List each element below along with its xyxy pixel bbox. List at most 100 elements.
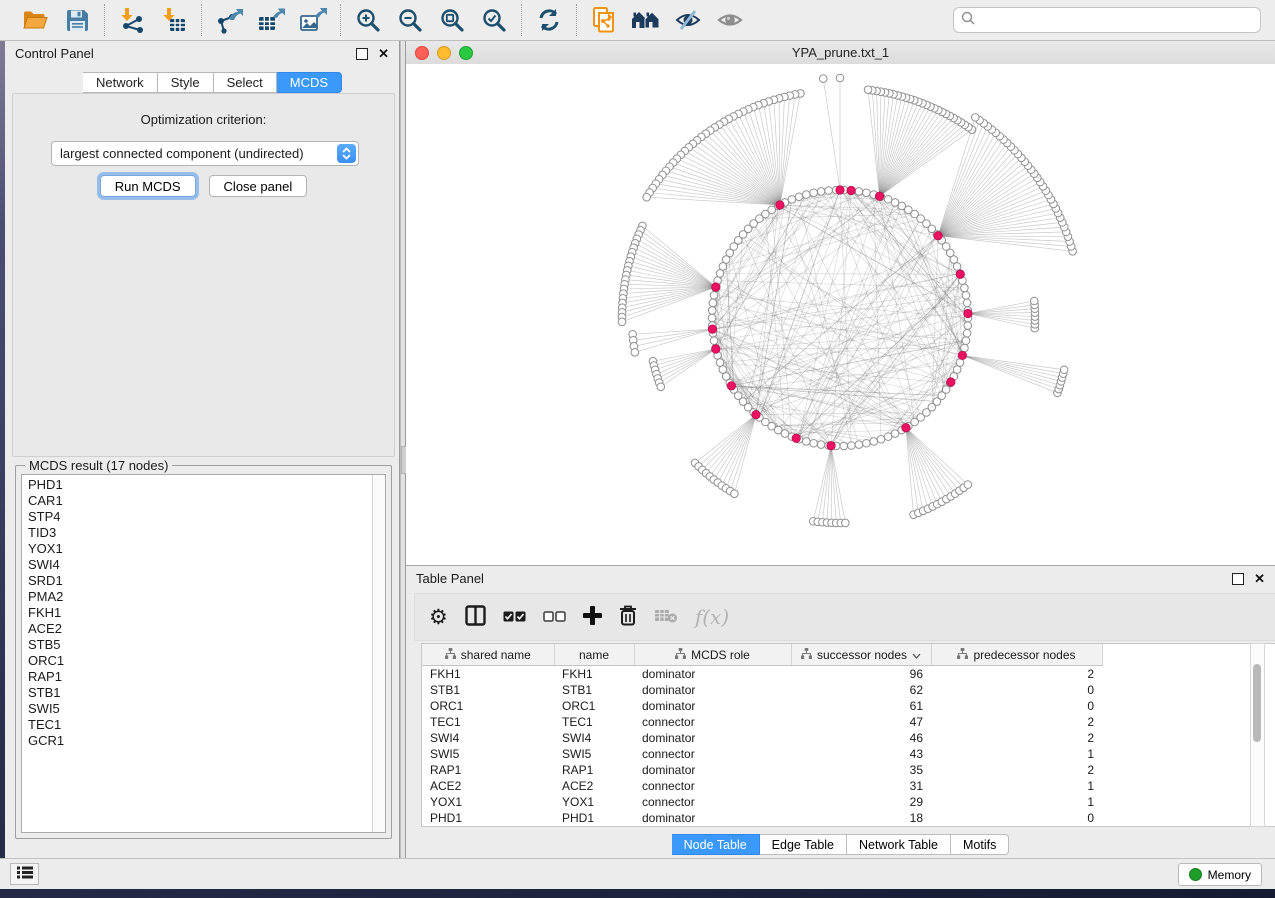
node-table-row[interactable]: ORC1ORC1dominator610 bbox=[422, 698, 1102, 714]
attribute-tree-icon bbox=[957, 648, 968, 662]
close-table-panel-icon[interactable]: ✕ bbox=[1254, 574, 1265, 584]
window-minimize-button[interactable] bbox=[437, 46, 451, 60]
node-table-row[interactable]: YOX1YOX1connector291 bbox=[422, 794, 1102, 810]
mcds-result-item[interactable]: RAP1 bbox=[28, 669, 385, 685]
clone-network-button[interactable] bbox=[588, 4, 620, 36]
export-table-button[interactable] bbox=[255, 4, 287, 36]
node-table-row[interactable]: PHD1PHD1dominator180 bbox=[422, 810, 1102, 826]
table-tab[interactable]: Node Table bbox=[672, 834, 760, 855]
column-header[interactable]: name bbox=[554, 644, 634, 666]
import-network-icon bbox=[119, 7, 146, 34]
add-column-button[interactable] bbox=[583, 602, 602, 632]
network-graph[interactable] bbox=[406, 64, 1275, 565]
node-table-container: shared namenameMCDS rolesuccessor nodesp… bbox=[421, 643, 1275, 827]
table-panel-title: Table Panel bbox=[416, 571, 484, 586]
open-session-button[interactable] bbox=[19, 4, 51, 36]
column-header[interactable]: shared name bbox=[422, 644, 554, 666]
global-search[interactable] bbox=[953, 7, 1261, 33]
network-window-title: YPA_prune.txt_1 bbox=[792, 45, 889, 60]
control-panel-title: Control Panel bbox=[15, 46, 94, 61]
gear-icon: ⚙ bbox=[429, 607, 448, 628]
memory-button[interactable]: Memory bbox=[1178, 863, 1262, 886]
mcds-result-item[interactable]: FKH1 bbox=[28, 605, 385, 621]
delete-table-button[interactable] bbox=[654, 602, 678, 632]
mcds-result-item[interactable]: ACE2 bbox=[28, 621, 385, 637]
mcds-result-item[interactable]: TID3 bbox=[28, 525, 385, 541]
control-panel-tab[interactable]: MCDS bbox=[277, 72, 342, 93]
mcds-result-item[interactable]: SRD1 bbox=[28, 573, 385, 589]
zoom-fit-button[interactable] bbox=[436, 4, 468, 36]
network-canvas[interactable] bbox=[406, 64, 1275, 565]
mcds-result-item[interactable]: SWI4 bbox=[28, 557, 385, 573]
mcds-result-item[interactable]: GCR1 bbox=[28, 733, 385, 749]
zoom-selected-button[interactable] bbox=[478, 4, 510, 36]
export-network-button[interactable] bbox=[213, 4, 245, 36]
mcds-result-item[interactable]: YOX1 bbox=[28, 541, 385, 557]
search-input[interactable] bbox=[981, 12, 1253, 28]
select-all-rows-button[interactable] bbox=[503, 602, 526, 632]
mcds-result-item[interactable]: SWI5 bbox=[28, 701, 385, 717]
task-history-button[interactable] bbox=[10, 863, 39, 885]
mcds-result-item[interactable]: STB1 bbox=[28, 685, 385, 701]
column-header[interactable]: successor nodes bbox=[791, 644, 931, 666]
apply-layout-button[interactable] bbox=[533, 4, 565, 36]
plus-icon bbox=[583, 606, 602, 628]
mcds-result-item[interactable]: TEC1 bbox=[28, 717, 385, 733]
window-close-button[interactable] bbox=[415, 46, 429, 60]
node-table-row[interactable]: TEC1TEC1connector472 bbox=[422, 714, 1102, 730]
float-table-panel-icon[interactable] bbox=[1232, 573, 1244, 585]
split-columns-button[interactable] bbox=[465, 602, 486, 632]
node-table-row[interactable]: FKH1FKH1dominator962 bbox=[422, 666, 1102, 683]
import-network-button[interactable] bbox=[116, 4, 148, 36]
mcds-list-scrollbar[interactable] bbox=[372, 475, 385, 832]
eye-slash-icon bbox=[674, 7, 702, 33]
hide-selected-button[interactable] bbox=[672, 4, 704, 36]
column-header[interactable]: MCDS role bbox=[634, 644, 791, 666]
node-table-row[interactable]: RAP1RAP1dominator352 bbox=[422, 762, 1102, 778]
window-zoom-button[interactable] bbox=[459, 46, 473, 60]
control-panel-tab[interactable]: Style bbox=[158, 72, 214, 93]
attribute-tree-icon bbox=[445, 648, 456, 662]
optimization-criterion-label: Optimization criterion: bbox=[13, 112, 394, 127]
import-table-button[interactable] bbox=[158, 4, 190, 36]
control-panel-tab[interactable]: Select bbox=[214, 72, 277, 93]
column-header[interactable]: predecessor nodes bbox=[931, 644, 1102, 666]
memory-label: Memory bbox=[1208, 868, 1251, 882]
show-hidden-button[interactable] bbox=[714, 4, 746, 36]
network-window-titlebar[interactable]: YPA_prune.txt_1 bbox=[406, 41, 1275, 65]
memory-status-icon bbox=[1189, 868, 1202, 881]
column-settings-button[interactable]: ⚙ bbox=[429, 602, 448, 632]
mcds-result-group: MCDS result (17 nodes) PHD1CAR1STP4TID3Y… bbox=[15, 465, 392, 839]
node-table-row[interactable]: SWI5SWI5connector431 bbox=[422, 746, 1102, 762]
run-mcds-button[interactable]: Run MCDS bbox=[100, 175, 196, 197]
mcds-result-item[interactable]: PMA2 bbox=[28, 589, 385, 605]
node-table-row[interactable]: ACE2ACE2connector311 bbox=[422, 778, 1102, 794]
mcds-result-item[interactable]: CAR1 bbox=[28, 493, 385, 509]
mcds-result-item[interactable]: STP4 bbox=[28, 509, 385, 525]
table-tab[interactable]: Edge Table bbox=[760, 834, 847, 855]
status-bar: Memory bbox=[0, 858, 1275, 889]
save-session-button[interactable] bbox=[61, 4, 93, 36]
node-table-row[interactable]: SWI4SWI4dominator462 bbox=[422, 730, 1102, 746]
zoom-out-button[interactable] bbox=[394, 4, 426, 36]
mcds-result-item[interactable]: STB5 bbox=[28, 637, 385, 653]
show-all-homes-button[interactable] bbox=[630, 4, 662, 36]
table-tab[interactable]: Motifs bbox=[951, 834, 1009, 855]
table-scrollbar-thumb[interactable] bbox=[1253, 664, 1261, 742]
refresh-icon bbox=[536, 7, 562, 33]
function-builder-button[interactable]: f(x) bbox=[695, 602, 729, 632]
control-panel-tab[interactable]: Network bbox=[83, 72, 158, 93]
export-image-button[interactable] bbox=[297, 4, 329, 36]
table-tab[interactable]: Network Table bbox=[847, 834, 951, 855]
zoom-in-button[interactable] bbox=[352, 4, 384, 36]
mcds-result-item[interactable]: PHD1 bbox=[28, 477, 385, 493]
optimization-criterion-select[interactable]: largest connected component (undirected) bbox=[51, 141, 359, 166]
close-panel-icon[interactable]: ✕ bbox=[378, 49, 389, 59]
float-panel-icon[interactable] bbox=[356, 48, 368, 60]
close-panel-button[interactable]: Close panel bbox=[209, 175, 308, 197]
mcds-result-list: PHD1CAR1STP4TID3YOX1SWI4SRD1PMA2FKH1ACE2… bbox=[21, 474, 386, 833]
delete-column-button[interactable] bbox=[619, 602, 637, 632]
node-table-row[interactable]: STB1STB1dominator620 bbox=[422, 682, 1102, 698]
mcds-result-item[interactable]: ORC1 bbox=[28, 653, 385, 669]
deselect-all-rows-button[interactable] bbox=[543, 602, 566, 632]
